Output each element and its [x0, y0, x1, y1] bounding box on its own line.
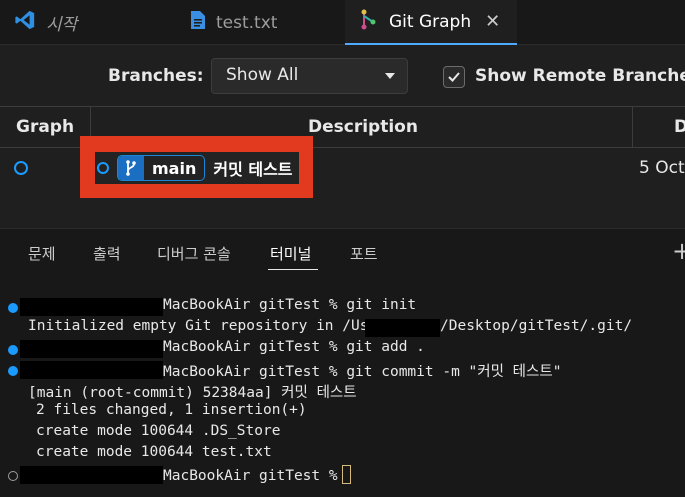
terminal-line: create mode 100644 test.txt [0, 444, 272, 465]
editor-tab-bar: 시작 test.txt Git Graph ✕ [0, 0, 685, 45]
branch-label-main[interactable]: main [117, 155, 206, 181]
branch-name: main [152, 158, 197, 178]
panel-tab-terminal[interactable]: 터미널 [270, 243, 311, 264]
check-icon [448, 72, 460, 82]
command-status-icon [8, 366, 18, 376]
column-header-date[interactable]: Date [674, 117, 685, 137]
chevron-down-icon [385, 73, 395, 79]
new-terminal-plus-icon[interactable]: + [672, 237, 685, 265]
terminal-text: MacBookAir gitTest % git commit -m "커밋 테… [163, 364, 562, 380]
terminal-text: [main (root-commit) 52384aa] 커밋 테스트 [28, 385, 357, 401]
tab-label: test.txt [216, 12, 278, 33]
terminal-text: MacBookAir gitTest % [163, 468, 338, 484]
show-remote-branches-label: Show Remote Branches [475, 66, 685, 86]
terminal-line: MacBookAir gitTest % [0, 465, 351, 486]
show-remote-branches-checkbox[interactable] [443, 66, 465, 88]
column-divider[interactable] [632, 107, 633, 148]
branches-label: Branches: [108, 66, 204, 86]
terminal-text: MacBookAir gitTest % git add . [163, 339, 425, 355]
terminal-text: 2 files changed, 1 insertion(+) [36, 402, 307, 418]
graph-commit-node [14, 161, 28, 175]
terminal-text: Initialized empty Git repository in /Use… [28, 318, 395, 334]
redacted-username [20, 361, 163, 379]
panel-tab-output[interactable]: 출력 [93, 243, 121, 264]
panel-tab-debug-console[interactable]: 디버그 콘솔 [157, 243, 231, 264]
panel-tab-ports[interactable]: 포트 [350, 243, 378, 264]
git-graph-icon [359, 8, 379, 35]
terminal-text: /Desktop/gitTest/.git/ [440, 318, 633, 334]
redacted-username [365, 319, 440, 337]
tab-label: Git Graph [389, 11, 472, 32]
redacted-username [20, 466, 163, 484]
branches-dropdown-value: Show All [226, 65, 299, 85]
redacted-username [20, 340, 163, 358]
terminal-line: 2 files changed, 1 insertion(+) [0, 402, 307, 423]
tab-git-graph[interactable]: Git Graph ✕ [345, 0, 517, 45]
file-icon [190, 10, 206, 35]
terminal-line: MacBookAir gitTest % git commit -m "커밋 테… [0, 360, 561, 381]
terminal-cursor [341, 465, 351, 484]
close-icon[interactable]: ✕ [485, 11, 500, 32]
terminal-line: [main (root-commit) 52384aa] 커밋 테스트 [0, 381, 357, 402]
command-status-icon [8, 303, 18, 313]
command-status-icon [8, 345, 18, 355]
branches-dropdown[interactable]: Show All [211, 58, 408, 94]
terminal-line: MacBookAir gitTest % git init [0, 297, 416, 318]
column-header-graph[interactable]: Graph [16, 117, 74, 137]
column-header-description[interactable]: Description [308, 117, 418, 137]
tab-test-txt[interactable]: test.txt [190, 0, 277, 45]
command-status-icon [8, 471, 18, 481]
redacted-username [20, 298, 163, 316]
terminal-text: create mode 100644 .DS_Store [36, 423, 281, 439]
commit-description[interactable]: main 커밋 테스트 [95, 152, 299, 184]
terminal-line: MacBookAir gitTest % git add . [0, 339, 425, 360]
commit-message: 커밋 테스트 [213, 160, 293, 179]
commit-date: 5 Oct [639, 158, 685, 178]
terminal-prompt: MacBookAir gitTest % [163, 465, 351, 484]
terminal-output[interactable]: MacBookAir gitTest % git init Initialize… [0, 270, 685, 497]
git-graph-controls: Branches: Show All Show Remote Branches [0, 46, 685, 106]
tab-label: 시작 [46, 15, 78, 35]
terminal-line: create mode 100644 .DS_Store [0, 423, 280, 444]
git-branch-icon [118, 156, 144, 180]
panel-tab-problems[interactable]: 문제 [28, 243, 56, 264]
tab-welcome[interactable]: 시작 [14, 0, 77, 45]
terminal-line: Initialized empty Git repository in /Use… [0, 318, 632, 339]
vscode-logo-icon [14, 9, 36, 36]
terminal-text: create mode 100644 test.txt [36, 444, 272, 460]
terminal-text: MacBookAir gitTest % git init [163, 297, 417, 313]
commit-node-icon [97, 162, 109, 174]
panel-tab-bar: 문제 출력 디버그 콘솔 터미널 포트 + [0, 228, 685, 270]
